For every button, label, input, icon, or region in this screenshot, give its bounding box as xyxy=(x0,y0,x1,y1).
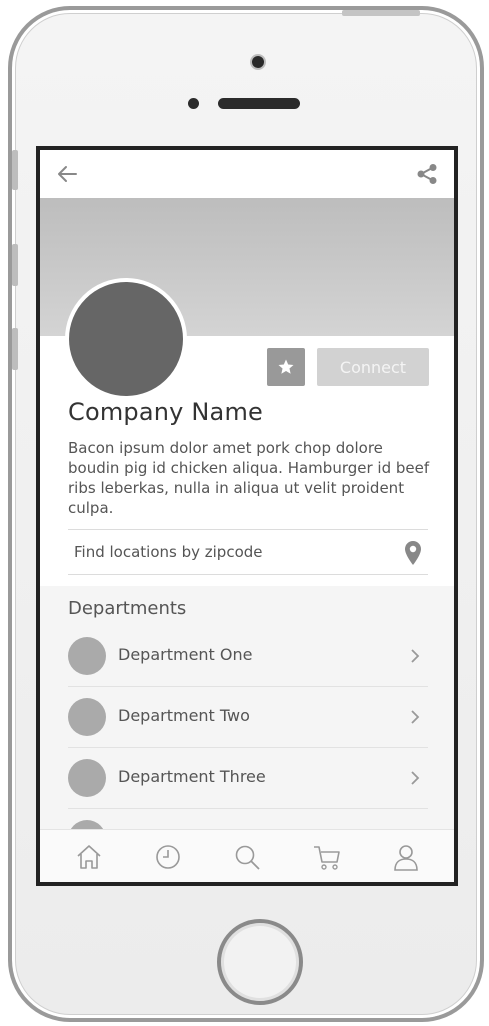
department-item[interactable]: Department Three xyxy=(68,748,428,809)
departments-title: Departments xyxy=(68,598,187,619)
screen: Connect Company Name Bacon ipsum dolor a… xyxy=(36,146,458,886)
bottom-navigation xyxy=(40,829,454,882)
cart-icon[interactable] xyxy=(312,842,342,872)
home-icon[interactable] xyxy=(74,842,104,872)
arrow-left-icon[interactable] xyxy=(56,164,78,184)
front-camera xyxy=(250,54,266,70)
home-button[interactable] xyxy=(217,919,303,1005)
volume-up-button xyxy=(12,244,18,286)
chevron-right-icon xyxy=(411,710,420,724)
department-item[interactable]: Department Two xyxy=(68,687,428,748)
connect-button[interactable]: Connect xyxy=(317,348,429,386)
mute-switch xyxy=(12,150,18,190)
earpiece-speaker xyxy=(218,98,300,109)
zipcode-search-input[interactable] xyxy=(74,530,394,574)
department-label: Department One xyxy=(118,645,253,664)
department-avatar xyxy=(68,698,106,736)
department-avatar xyxy=(68,637,106,675)
star-icon xyxy=(278,359,294,374)
search-icon[interactable] xyxy=(232,842,262,872)
company-name: Company Name xyxy=(68,398,264,426)
power-button xyxy=(342,10,420,16)
map-pin-icon[interactable] xyxy=(404,540,422,566)
department-avatar xyxy=(68,759,106,797)
company-description: Bacon ipsum dolor amet pork chop dolore … xyxy=(68,439,430,517)
share-icon[interactable] xyxy=(416,163,438,185)
favorite-button[interactable] xyxy=(267,348,305,386)
zipcode-search xyxy=(68,529,428,575)
volume-down-button xyxy=(12,328,18,370)
department-item[interactable]: Department One xyxy=(68,626,428,687)
company-avatar xyxy=(65,278,187,400)
department-label: Department Three xyxy=(118,767,266,786)
clock-icon[interactable] xyxy=(153,842,183,872)
proximity-sensor xyxy=(188,98,199,109)
user-icon[interactable] xyxy=(391,842,421,872)
app-view: Connect Company Name Bacon ipsum dolor a… xyxy=(40,150,454,882)
top-bar xyxy=(40,150,454,198)
department-label: Department Two xyxy=(118,706,250,725)
chevron-right-icon xyxy=(411,771,420,785)
chevron-right-icon xyxy=(411,649,420,663)
